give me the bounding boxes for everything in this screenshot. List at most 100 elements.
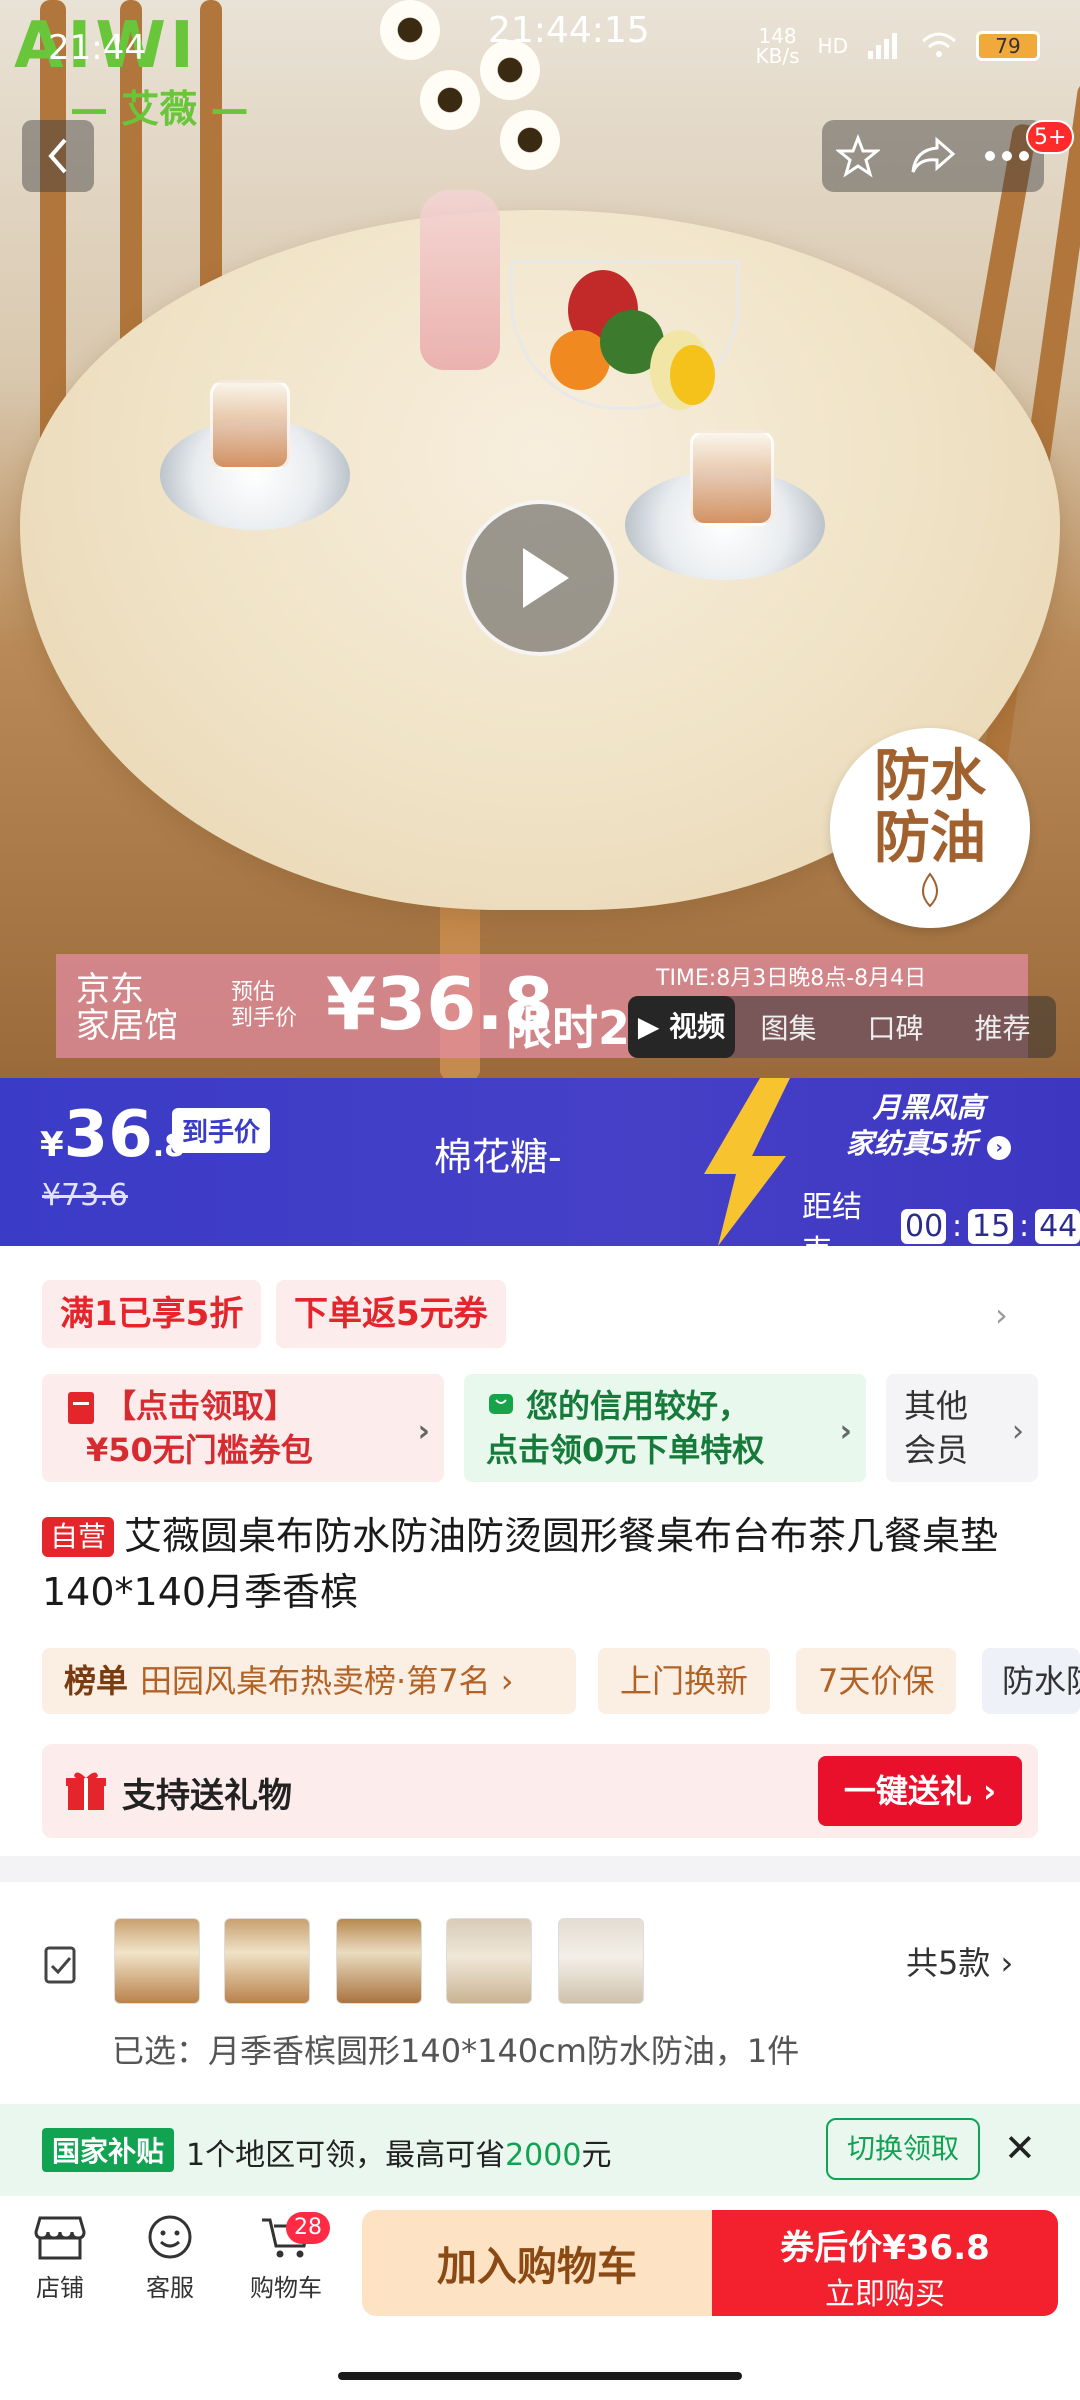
variant-thumbnail[interactable]: [446, 1918, 532, 2004]
buy-now-button[interactable]: 券后价¥36.8 立即购买: [712, 2210, 1058, 2316]
campaign-line-text: 家纺真5折: [846, 1127, 978, 1160]
customer-service-label: 客服: [146, 2274, 194, 2302]
gift-label: 支持送礼物: [122, 1776, 292, 1816]
chevron-right-icon: ›: [417, 1414, 430, 1449]
chevron-right-icon: ›: [839, 1414, 852, 1449]
back-button[interactable]: [22, 120, 94, 192]
play-icon: [523, 548, 569, 608]
ranking-tag[interactable]: 榜单 田园风桌布热卖榜·第7名 ›: [42, 1648, 576, 1714]
network-speed: 148 KB/s: [755, 24, 800, 68]
tab-gallery[interactable]: 图集: [735, 1007, 842, 1047]
play-video-button[interactable]: [462, 500, 618, 656]
ranking-label: 榜单: [64, 1662, 129, 1700]
subsidy-bar: 国家补贴 1个地区可领，最高可省2000元 切换领取 ✕: [0, 2104, 1080, 2196]
subsidy-amount: 2000: [505, 2138, 582, 2173]
home-indicator[interactable]: [338, 2372, 742, 2380]
shop-button[interactable]: 店铺: [10, 2214, 110, 2303]
star-favorite-icon[interactable]: [836, 134, 881, 178]
price-protect-tag[interactable]: 7天价保: [796, 1648, 957, 1714]
wifi-icon: [922, 32, 956, 57]
hd-label: HD: [817, 34, 848, 58]
final-price-tag: 到手价: [172, 1108, 271, 1153]
shop-label: 店铺: [36, 2274, 84, 2302]
close-icon[interactable]: ✕: [1004, 2126, 1036, 2170]
bottom-action-bar: 店铺 客服 购物车 28 加入购物车 券后价¥36.8 立即购买: [0, 2196, 1080, 2400]
variant-thumbnail[interactable]: [224, 1918, 310, 2004]
current-price: ¥36.8: [40, 1098, 185, 1172]
chevron-right-icon[interactable]: ›: [995, 1296, 1008, 1334]
buy-price-label: 券后价¥36.8: [780, 2228, 990, 2268]
self-operated-badge: 自营: [42, 1517, 115, 1557]
variant-thumbnail[interactable]: [336, 1918, 422, 2004]
shop-icon: [34, 2216, 86, 2260]
badge-line: 防油: [874, 806, 986, 871]
product-info-card: 满1已享5折 下单返5元券 › 【点击领取】 ¥50无门槛券包 › 您的信用较好…: [0, 1246, 1080, 1856]
more-icon[interactable]: [984, 150, 1030, 162]
countdown-hours: 00: [901, 1208, 946, 1244]
offer-line: 点击领0元下单特权: [486, 1431, 765, 1469]
send-gift-button[interactable]: 一键送礼 ›: [818, 1756, 1022, 1826]
teacup: [210, 380, 290, 470]
variant-thumbnail[interactable]: [114, 1918, 200, 2004]
share-icon[interactable]: [909, 136, 955, 176]
promo-shop-name: 京东 家居馆: [76, 970, 178, 1046]
customer-service-button[interactable]: 客服: [120, 2214, 220, 2303]
fruit: [670, 345, 715, 405]
tab-recommend[interactable]: 推荐: [949, 1007, 1056, 1047]
subsidy-badge: 国家补贴: [42, 2128, 175, 2172]
waterproof-tag[interactable]: 防水防: [982, 1648, 1080, 1714]
countdown-seconds: 44: [1035, 1208, 1080, 1244]
price-band: ¥36.8 到手价 ¥73.6 棉花糖- 月黑风高 家纺真5折 › 距结束 00…: [0, 1078, 1080, 1269]
gift-row: 支持送礼物 一键送礼 ›: [42, 1744, 1038, 1838]
offer-text: 其他 会员: [904, 1384, 968, 1472]
coupon-return-chip[interactable]: 下单返5元券: [276, 1280, 506, 1348]
discount-chip[interactable]: 满1已享5折: [42, 1280, 262, 1348]
variant-count[interactable]: 共5款 ›: [906, 1938, 1013, 1984]
offer-line: 其他: [904, 1387, 969, 1425]
promo-time: TIME:8月3日晚8点-8月4日: [656, 966, 927, 991]
tab-video[interactable]: ▶ 视频: [628, 996, 735, 1058]
variant-selector[interactable]: 共5款 › 已选：月季香槟圆形140*140cm防水防油，1件: [0, 1882, 1080, 2104]
badge-line: 防水: [874, 744, 986, 809]
add-to-cart-button[interactable]: 加入购物车: [362, 2210, 712, 2316]
offer-text: 【点击领取】 ¥50无门槛券包: [86, 1384, 313, 1472]
home-exchange-tag[interactable]: 上门换新: [598, 1648, 771, 1714]
campaign-line: 月黑风高: [872, 1091, 985, 1124]
member-offer[interactable]: 其他 会员 ›: [886, 1374, 1038, 1482]
campaign-line: 家纺真5折 ›: [846, 1126, 1012, 1162]
offer-text: 您的信用较好， 点击领0元下单特权: [486, 1384, 764, 1472]
countdown-minutes: 15: [968, 1208, 1013, 1244]
vase: [420, 190, 500, 370]
price-integer: 36: [63, 1098, 153, 1172]
cart-label: 购物车: [250, 2274, 322, 2302]
promo-flash-sale: 限时2: [506, 1001, 631, 1055]
variant-thumbnail[interactable]: [558, 1918, 644, 2004]
flower: [500, 110, 560, 170]
signal-icon: [868, 33, 897, 59]
switch-claim-button[interactable]: 切换领取: [826, 2118, 980, 2180]
coupon-icon: [68, 1392, 94, 1424]
waterproof-badge: 防水 防油: [830, 728, 1030, 928]
message-badge: 5+: [1026, 120, 1075, 154]
credit-offer[interactable]: 您的信用较好， 点击领0元下单特权 ›: [464, 1374, 866, 1482]
battery-indicator: 79: [976, 31, 1040, 61]
buy-now-label: 立即购买: [825, 2277, 945, 2312]
tab-reviews[interactable]: 口碑: [842, 1007, 949, 1047]
water-drop-icon: [922, 872, 938, 908]
screen-clock: 21:44:15: [488, 10, 650, 51]
teacup: [690, 430, 774, 526]
subsidy-text: 1个地区可领，最高可省2000元: [186, 2130, 611, 2174]
chevron-right-icon: ›: [987, 1136, 1012, 1160]
offer-line: ¥50无门槛券包: [86, 1431, 313, 1469]
seller-name: 棉花糖-: [434, 1135, 562, 1179]
campaign-title[interactable]: 月黑风高 家纺真5折 ›: [846, 1090, 1012, 1162]
product-title: 自营 艾薇圆桌布防水防油防烫圆形餐桌布台布茶几餐桌垫140*140月季香槟: [42, 1508, 1042, 1620]
chevron-left-icon: [48, 138, 67, 174]
status-bar: AIWI — 艾薇 — 21:44 21:44:15 148 KB/s HD 7…: [0, 0, 1080, 131]
ranking-text: 田园风桌布热卖榜·第7名 ›: [140, 1662, 514, 1700]
offer-line: 您的信用较好，: [526, 1387, 751, 1425]
promo-price-label: 预估 到手价: [231, 980, 298, 1031]
flower: [420, 70, 480, 130]
subsidy-text-pre: 1个地区可领，最高可省: [186, 2138, 506, 2173]
coupon-pack-offer[interactable]: 【点击领取】 ¥50无门槛券包 ›: [42, 1374, 444, 1482]
